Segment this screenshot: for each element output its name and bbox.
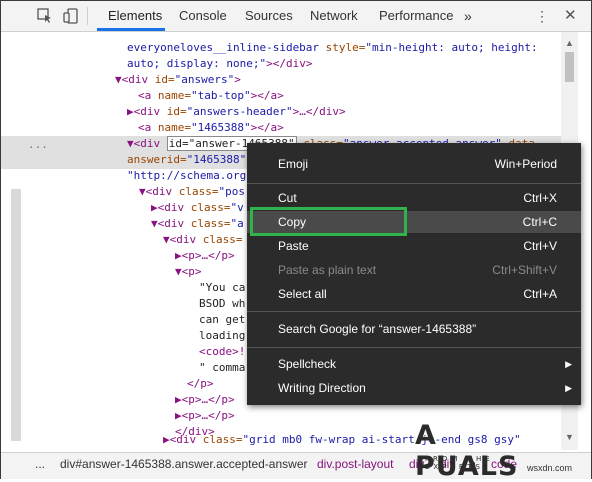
tab-console[interactable]: Console [179,1,227,31]
code-line[interactable]: BSOD wh [199,296,245,312]
code-line[interactable]: ▶<p>…</p> [175,248,235,264]
code-line[interactable]: ▼<div class="pos [139,184,245,200]
tab-elements[interactable]: Elements [108,1,162,31]
menu-item-cut[interactable]: Cut Ctrl+X [247,187,581,209]
code-line[interactable]: ▼<div id="answers"> [115,72,241,88]
code-line[interactable]: everyoneloves__inline-sidebar style="min… [127,40,538,56]
left-gutter-scrollbar[interactable] [11,189,21,441]
code-line[interactable]: ▼<p> [175,264,202,280]
close-icon[interactable]: ✕ [564,1,577,31]
menu-item-search-google[interactable]: Search Google for “answer-1465388” [247,318,581,340]
devtools-toolbar: Elements Console Sources Network Perform… [1,1,591,32]
code-line[interactable]: <code>! [199,344,245,360]
tab-performance[interactable]: Performance [379,1,453,31]
scrollbar-thumb[interactable] [565,52,574,82]
watermark-site: wsxdn.com [527,463,573,473]
code-line[interactable]: <a name="1465388"></a> [138,120,284,136]
submenu-arrow-icon: ▶ [565,383,572,393]
menu-item-spellcheck[interactable]: Spellcheck ▶ [247,353,581,375]
menu-separator [247,311,581,312]
code-line[interactable]: can get [199,312,245,328]
watermark-logo: A PUALS FROM THE EXPERTS [415,420,519,482]
copy-highlight-box [250,207,407,236]
code-line[interactable]: ▶<p>…</p> [175,408,235,424]
node-actions-ellipsis[interactable]: ... [28,138,48,151]
tab-sources[interactable]: Sources [245,1,293,31]
submenu-arrow-icon: ▶ [565,359,572,369]
code-line[interactable]: auto; display: none;"></div> [127,56,312,72]
more-tabs-button[interactable]: » [464,1,472,31]
toolbar-separator [87,7,88,25]
menu-item-writing-direction[interactable]: Writing Direction ▶ [247,377,581,399]
menu-item-paste[interactable]: Paste Ctrl+V [247,235,581,257]
breadcrumb-item[interactable]: div#answer-1465388.answer.accepted-answe… [60,453,307,475]
menu-item-select-all[interactable]: Select all Ctrl+A [247,283,581,305]
code-line[interactable]: loading [199,328,245,344]
code-line[interactable]: "You ca [199,280,245,296]
device-toolbar-icon[interactable] [63,8,79,24]
menu-separator [247,347,581,348]
breadcrumb-ellipsis[interactable]: ... [35,453,45,475]
code-line[interactable]: "http://schema.org [127,168,246,184]
code-line[interactable]: " comma [199,360,245,376]
menu-separator [247,183,581,184]
code-line[interactable]: ▶<div id="answers-header">…</div> [127,104,346,120]
menu-item-emoji[interactable]: Emoji Win+Period [247,153,581,175]
active-tab-indicator [97,28,165,31]
code-line[interactable]: answerid="1465388" [127,152,246,168]
code-line[interactable]: ▶<div class="v [151,200,244,216]
code-line[interactable]: <a name="tab-top"></a> [138,88,284,104]
code-line[interactable]: ▼<div class= [163,232,243,248]
menu-item-paste-plain[interactable]: Paste as plain text Ctrl+Shift+V [247,259,581,281]
code-line[interactable]: ▶<p>…</p> [175,392,235,408]
breadcrumb-item[interactable]: div.post-layout [317,453,393,475]
code-line[interactable]: </p> [187,376,214,392]
scroll-down-icon[interactable]: ▼ [565,432,574,442]
kebab-menu-icon[interactable]: ⋮ [535,1,549,31]
inspect-element-icon[interactable] [37,8,53,24]
scroll-up-icon[interactable]: ▲ [565,38,574,48]
code-line[interactable]: ▼<div class="a [151,216,244,232]
context-menu: Emoji Win+Period Cut Ctrl+X Copy Ctrl+C Pas… [247,143,581,405]
tab-network[interactable]: Network [310,1,358,31]
